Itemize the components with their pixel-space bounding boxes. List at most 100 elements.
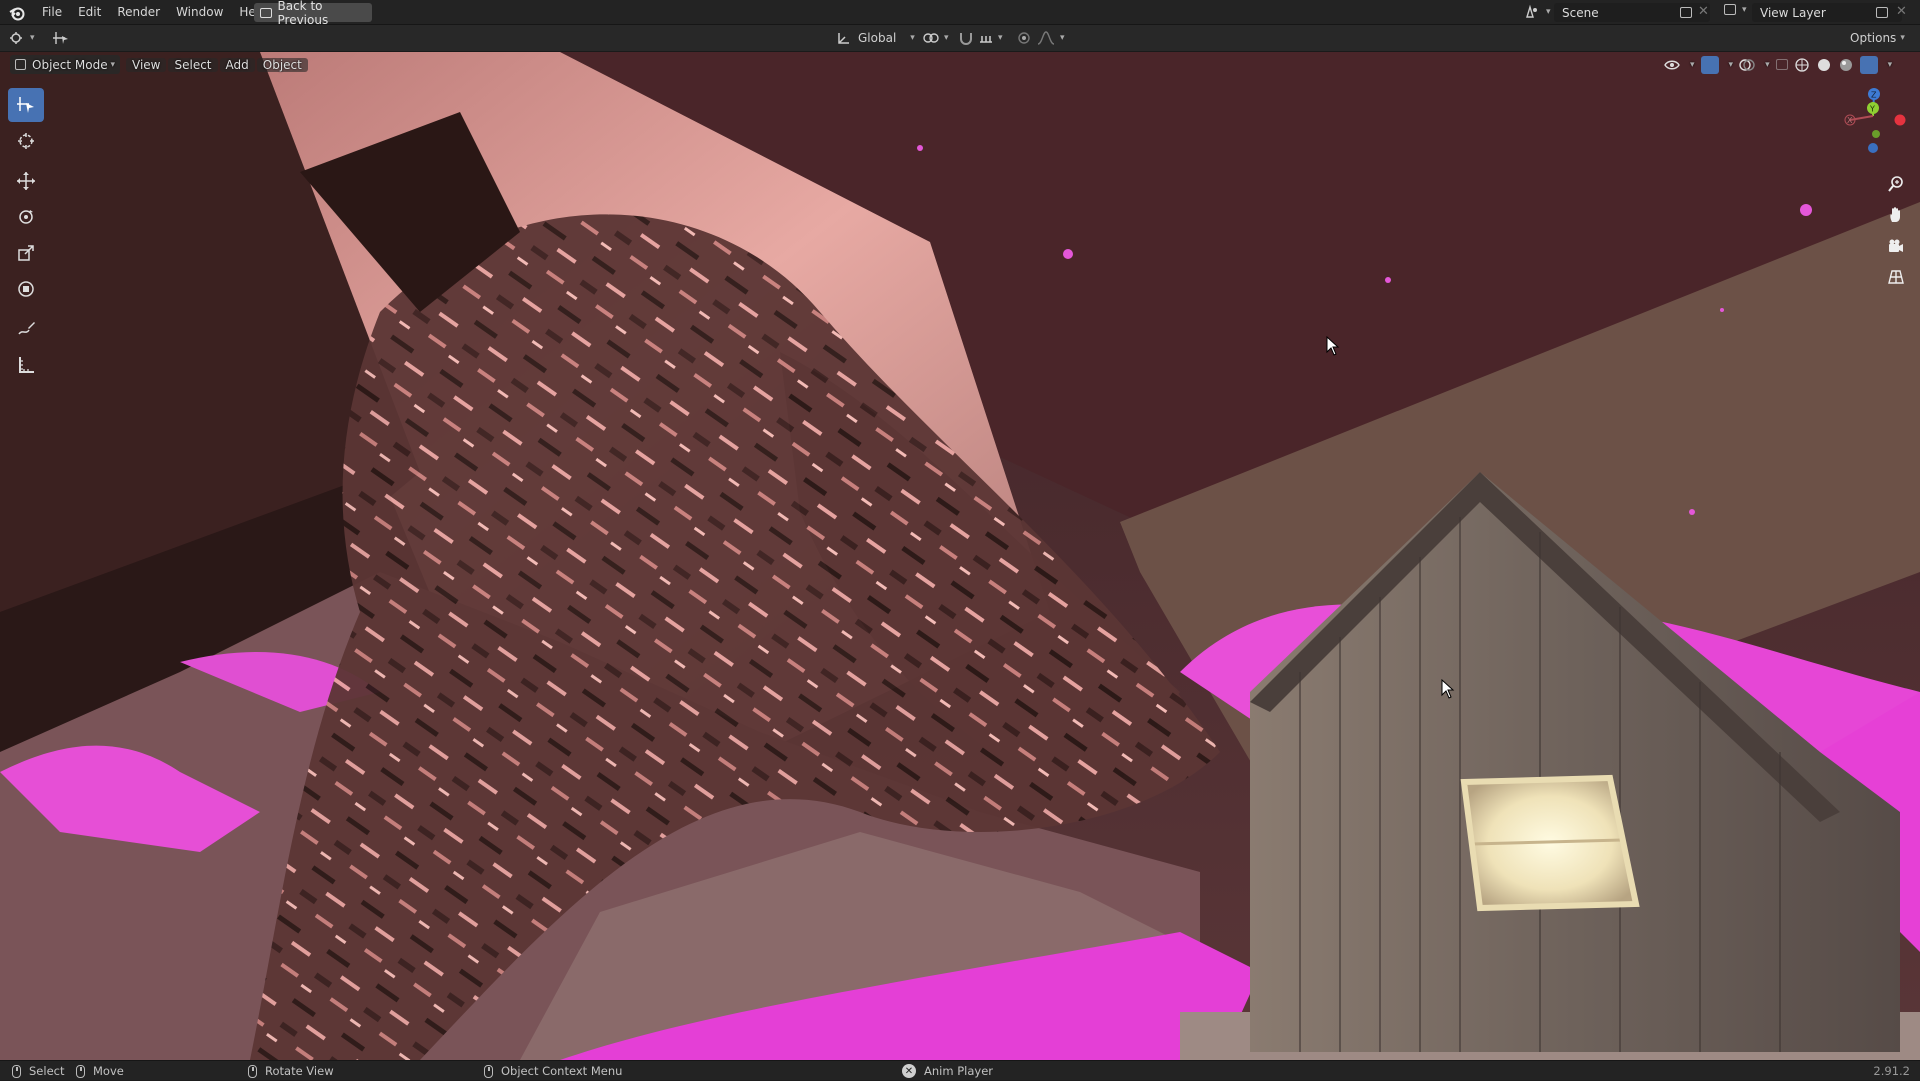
menu-add[interactable]: Add: [219, 57, 255, 72]
perspective-toggle-button[interactable]: [1882, 263, 1910, 291]
transform-tool[interactable]: [8, 272, 44, 306]
navigation-buttons: [1882, 170, 1910, 294]
menu-object[interactable]: Object: [256, 57, 308, 72]
material-shading-icon[interactable]: [1838, 57, 1854, 73]
camera-view-button[interactable]: [1882, 232, 1910, 260]
visibility-icon[interactable]: [1664, 57, 1680, 73]
chevron-down-icon: ▾: [944, 33, 949, 43]
select-box-icon: [53, 32, 68, 44]
remove-view-layer-icon[interactable]: ✕: [1896, 4, 1907, 19]
rotate-icon: [19, 210, 33, 224]
view-layer-browse-button[interactable]: ▾: [1724, 4, 1747, 15]
tool-settings-button[interactable]: [52, 28, 70, 48]
new-scene-icon[interactable]: [1680, 7, 1692, 18]
select-hint-label: Select: [29, 1064, 65, 1078]
proportional-edit-icon: [1018, 32, 1030, 44]
measure-tool[interactable]: [8, 348, 44, 382]
chevron-down-icon: ▾: [30, 33, 35, 43]
chevron-down-icon: ▾: [1546, 7, 1551, 17]
move-tool[interactable]: [8, 164, 44, 198]
chevron-down-icon[interactable]: ▾: [1765, 60, 1770, 70]
snap-target-select[interactable]: ▾: [978, 28, 1003, 48]
scale-icon: [18, 245, 34, 261]
solid-shading-icon[interactable]: [1816, 57, 1832, 73]
new-view-layer-icon[interactable]: [1876, 7, 1888, 18]
view-layer-icon: [1724, 4, 1736, 15]
gizmo-toggle-icon[interactable]: [1700, 55, 1719, 74]
magnifier-icon: [1888, 176, 1903, 192]
chevron-down-icon: ▾: [998, 33, 1003, 43]
magnet-icon: [960, 33, 972, 45]
navigation-gizmo[interactable]: Z Y X: [1838, 86, 1908, 156]
menu-view[interactable]: View: [126, 57, 167, 72]
menu-select[interactable]: Select: [168, 57, 218, 72]
pan-button[interactable]: [1882, 201, 1910, 229]
select-cursor-icon: [17, 97, 34, 113]
viewport-header: Object Mode ▾ View Select Add Object ▾ ▾…: [0, 52, 1920, 76]
scene-name: Scene: [1562, 5, 1599, 20]
orientation-global-icon: [838, 33, 849, 44]
snap-toggle[interactable]: [958, 28, 974, 48]
anim-player-job[interactable]: ✕ Anim Player: [902, 1061, 993, 1081]
menu-render[interactable]: Render: [109, 0, 168, 25]
status-context-hint: Object Context Menu: [484, 1061, 622, 1081]
grid-perspective-icon: [1888, 270, 1904, 284]
menu-file[interactable]: File: [34, 0, 70, 25]
chevron-down-icon[interactable]: ▾: [1690, 60, 1695, 70]
back-to-previous-button[interactable]: Back to Previous: [254, 0, 372, 27]
scene-icon: [1526, 4, 1537, 18]
rotate-hint-label: Rotate View: [265, 1064, 334, 1078]
3d-cursor-icon: [18, 133, 34, 149]
camera-icon: [1889, 239, 1903, 252]
proportional-falloff-select[interactable]: ▾: [1036, 28, 1065, 48]
object-mode-select[interactable]: Object Mode ▾: [10, 55, 120, 74]
pivot-point-select[interactable]: ▾: [922, 28, 949, 48]
blender-logo-icon[interactable]: [8, 4, 26, 22]
cursor-tool[interactable]: [8, 124, 44, 158]
view-layer-name: View Layer: [1760, 5, 1826, 20]
middle-mouse-icon: [248, 1064, 257, 1078]
orientation-label: Global: [858, 31, 897, 45]
move-arrows-icon: [17, 172, 35, 190]
chevron-down-icon: ▾: [1060, 33, 1065, 43]
gizmo-y-label: Y: [1869, 105, 1875, 114]
pencil-icon: [18, 322, 35, 335]
gizmo-neg-z-axis[interactable]: [1868, 143, 1878, 153]
scene-browse-button[interactable]: ▾: [1524, 4, 1551, 20]
transform-orientation-select[interactable]: Global ▾: [836, 28, 915, 48]
overlay-icon[interactable]: [1739, 57, 1755, 73]
status-bar: Select Move Rotate View Object Context M…: [0, 1060, 1920, 1080]
left-mouse-icon: [12, 1064, 21, 1078]
cancel-job-icon[interactable]: ✕: [902, 1064, 916, 1078]
xray-icon[interactable]: [1775, 59, 1788, 70]
gizmo-neg-y-axis[interactable]: [1872, 130, 1880, 138]
3d-viewport-icon: [10, 32, 22, 44]
viewport-menus: View Select Add Object: [126, 55, 310, 74]
select-box-tool[interactable]: [8, 88, 44, 122]
chevron-down-icon[interactable]: ▾: [1888, 60, 1893, 70]
3d-viewport[interactable]: Object Mode ▾ View Select Add Object ▾ ▾…: [0, 52, 1920, 1060]
chevron-down-icon: ▾: [910, 33, 915, 43]
left-drag-mouse-icon: [76, 1064, 85, 1078]
status-select-hint: Select: [12, 1061, 64, 1081]
top-bar: File Edit Render Window Help Back to Pre…: [0, 0, 1920, 27]
menu-window[interactable]: Window: [168, 0, 231, 25]
rendered-shading-icon[interactable]: [1859, 55, 1878, 74]
menu-edit[interactable]: Edit: [70, 0, 109, 25]
annotate-tool[interactable]: [8, 312, 44, 346]
mouse-pointer-icon: [1441, 679, 1455, 699]
options-dropdown[interactable]: Options ▾: [1850, 28, 1905, 48]
gizmo-neg-x-axis[interactable]: [1894, 114, 1906, 126]
editor-type-button[interactable]: ▾: [8, 28, 35, 48]
rotate-tool[interactable]: [8, 200, 44, 234]
transform-icon: [18, 281, 34, 297]
zoom-button[interactable]: [1882, 170, 1910, 198]
chevron-down-icon[interactable]: ▾: [1729, 60, 1734, 70]
wireframe-shading-icon[interactable]: [1794, 57, 1810, 73]
remove-scene-icon[interactable]: ✕: [1698, 4, 1709, 19]
ruler-icon: [19, 357, 34, 373]
proportional-edit-toggle[interactable]: [1016, 28, 1032, 48]
chevron-down-icon: ▾: [1900, 33, 1905, 43]
gizmo-z-label: Z: [1871, 91, 1877, 100]
scale-tool[interactable]: [8, 236, 44, 270]
